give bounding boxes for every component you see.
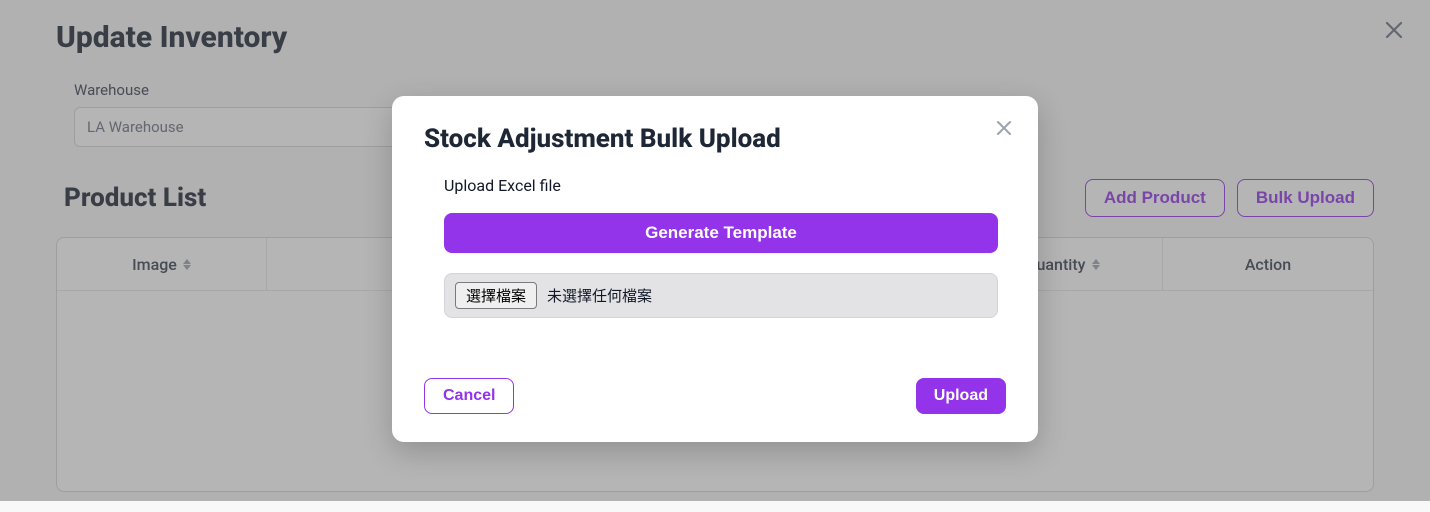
cancel-button[interactable]: Cancel — [424, 378, 514, 414]
upload-label: Upload Excel file — [444, 176, 998, 195]
generate-template-button[interactable]: Generate Template — [444, 213, 998, 253]
upload-button[interactable]: Upload — [916, 378, 1006, 414]
file-status-text: 未選擇任何檔案 — [547, 285, 652, 306]
modal-title: Stock Adjustment Bulk Upload — [424, 124, 1006, 154]
modal-close-button[interactable] — [994, 118, 1014, 138]
modal-footer: Cancel Upload — [424, 378, 1006, 414]
modal-overlay[interactable]: Stock Adjustment Bulk Upload Upload Exce… — [0, 0, 1430, 501]
file-choose-button[interactable]: 選擇檔案 — [455, 282, 537, 309]
close-icon — [996, 120, 1012, 136]
bulk-upload-modal: Stock Adjustment Bulk Upload Upload Exce… — [392, 96, 1038, 442]
file-input[interactable]: 選擇檔案 未選擇任何檔案 — [444, 273, 998, 318]
modal-body: Upload Excel file Generate Template 選擇檔案… — [424, 176, 1006, 318]
